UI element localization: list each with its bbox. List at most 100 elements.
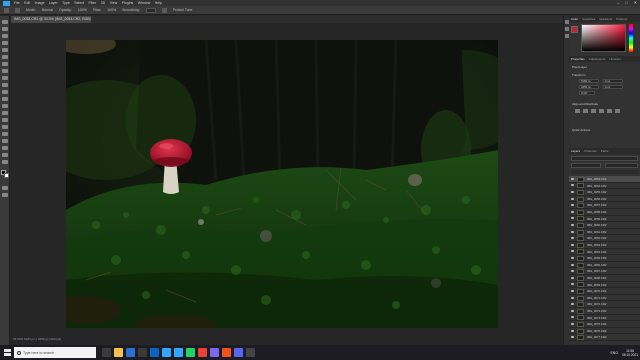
visibility-eye-icon[interactable]	[571, 270, 574, 273]
tab-channels[interactable]: Channels	[584, 149, 597, 153]
premiere-icon[interactable]	[210, 348, 219, 357]
flow-input[interactable]: 100%	[107, 8, 116, 12]
file-explorer-icon[interactable]	[114, 348, 123, 357]
menu-item-file[interactable]: File	[14, 1, 20, 5]
align-center-icon[interactable]	[583, 109, 588, 113]
zoom-tool-icon[interactable]	[2, 160, 8, 164]
background-color-swatch[interactable]	[4, 173, 9, 178]
menu-item-view[interactable]: View	[110, 1, 118, 5]
mail-icon[interactable]	[150, 348, 159, 357]
tab-swatches[interactable]: Swatches	[582, 17, 595, 21]
store-icon[interactable]	[138, 348, 147, 357]
task-view-icon[interactable]	[102, 348, 111, 357]
transform-x-input[interactable]: 0 px	[603, 79, 623, 83]
visibility-eye-icon[interactable]	[571, 197, 574, 200]
layer-row[interactable]: IMG_0062.CR2	[569, 235, 640, 242]
menu-item-image[interactable]: Image	[35, 1, 45, 5]
photoshop-taskbar-icon[interactable]	[162, 348, 171, 357]
layer-row[interactable]: IMG_0065.CR2	[569, 255, 640, 262]
visibility-eye-icon[interactable]	[571, 243, 574, 246]
layer-row[interactable]: IMG_0069.CR2	[569, 282, 640, 289]
mode-select[interactable]: Normal	[42, 8, 53, 12]
start-button[interactable]	[0, 345, 14, 360]
opacity-input[interactable]: 100%	[78, 8, 87, 12]
quick-mask-icon[interactable]	[2, 186, 8, 190]
gear-icon[interactable]	[161, 7, 167, 13]
settings-icon[interactable]	[246, 348, 255, 357]
visibility-eye-icon[interactable]	[571, 336, 574, 339]
layer-row[interactable]: IMG_0075.CR2	[569, 321, 640, 328]
tab-libraries[interactable]: Libraries	[609, 57, 621, 61]
visibility-eye-icon[interactable]	[571, 316, 574, 319]
transform-height-input[interactable]: 3456 px	[579, 85, 599, 89]
move-tool-icon[interactable]	[2, 20, 8, 24]
screen-mode-icon[interactable]	[2, 193, 8, 197]
visibility-eye-icon[interactable]	[571, 223, 574, 226]
tab-adjustments[interactable]: Adjustments	[589, 57, 606, 61]
visibility-eye-icon[interactable]	[571, 296, 574, 299]
transform-section-title[interactable]: Transform	[572, 73, 586, 77]
layer-row[interactable]: IMG_0074.CR2	[569, 315, 640, 322]
visibility-eye-icon[interactable]	[571, 322, 574, 325]
visibility-eye-icon[interactable]	[571, 256, 574, 259]
layer-opacity-input[interactable]	[605, 163, 638, 168]
visibility-eye-icon[interactable]	[571, 283, 574, 286]
layer-row[interactable]: IMG_0061.CR2	[569, 229, 640, 236]
canvas-area[interactable]	[11, 23, 563, 345]
eyedropper-tool-icon[interactable]	[2, 62, 8, 66]
visibility-eye-icon[interactable]	[571, 204, 574, 207]
home-icon[interactable]	[4, 7, 9, 13]
pen-tool-icon[interactable]	[2, 125, 8, 129]
layer-row[interactable]: IMG_0064.CR2	[569, 249, 640, 256]
history-brush-tool-icon[interactable]	[2, 90, 8, 94]
document-tab[interactable]: IMG_0053.CR2 @ 33.3% (IMG_0053.CR2, RGB/…	[11, 16, 91, 23]
tab-patterns[interactable]: Patterns	[616, 17, 627, 21]
healing-brush-tool-icon[interactable]	[2, 69, 8, 73]
taskbar-search[interactable]: Type here to search	[14, 347, 96, 358]
visibility-eye-icon[interactable]	[571, 217, 574, 220]
visibility-eye-icon[interactable]	[571, 303, 574, 306]
visibility-eye-icon[interactable]	[571, 237, 574, 240]
current-color-swatch[interactable]	[571, 26, 578, 33]
visibility-eye-icon[interactable]	[571, 289, 574, 292]
transform-y-input[interactable]: 0 px	[603, 85, 623, 89]
smoothing-input[interactable]	[145, 7, 156, 13]
frame-tool-icon[interactable]	[2, 55, 8, 59]
spotify-icon[interactable]	[186, 348, 195, 357]
color-picker-field[interactable]	[581, 24, 626, 52]
document-image[interactable]	[66, 40, 498, 328]
chrome-icon[interactable]	[198, 348, 207, 357]
visibility-eye-icon[interactable]	[571, 184, 574, 187]
visibility-eye-icon[interactable]	[571, 210, 574, 213]
align-right-icon[interactable]	[591, 109, 596, 113]
lasso-tool-icon[interactable]	[2, 34, 8, 38]
visibility-eye-icon[interactable]	[571, 309, 574, 312]
visibility-eye-icon[interactable]	[571, 276, 574, 279]
menu-item-layer[interactable]: Layer	[49, 1, 58, 5]
layer-row[interactable]: IMG_0059.CR2	[569, 216, 640, 223]
blur-tool-icon[interactable]	[2, 111, 8, 115]
lightroom-taskbar-icon[interactable]	[174, 348, 183, 357]
edge-browser-icon[interactable]	[126, 348, 135, 357]
layer-row[interactable]: IMG_0076.CR2	[569, 328, 640, 335]
layer-row[interactable]: IMG_0070.CR2	[569, 288, 640, 295]
marquee-tool-icon[interactable]	[2, 27, 8, 31]
visibility-eye-icon[interactable]	[571, 250, 574, 253]
layer-row[interactable]: IMG_0056.CR2	[569, 196, 640, 203]
layer-row[interactable]: IMG_0073.CR2	[569, 308, 640, 315]
dodge-tool-icon[interactable]	[2, 118, 8, 122]
hue-slider[interactable]	[629, 24, 633, 52]
layer-row[interactable]: IMG_0055.CR2	[569, 189, 640, 196]
align-top-icon[interactable]	[599, 109, 604, 113]
blend-mode-select[interactable]	[571, 163, 601, 168]
type-tool-icon[interactable]	[2, 132, 8, 136]
menu-item-type[interactable]: Type	[62, 1, 70, 5]
eraser-tool-icon[interactable]	[2, 97, 8, 101]
brush-preset-icon[interactable]	[15, 7, 20, 13]
align-middle-icon[interactable]	[607, 109, 612, 113]
crop-tool-icon[interactable]	[2, 48, 8, 52]
visibility-eye-icon[interactable]	[571, 190, 574, 193]
protect-tone-checkbox[interactable]: Protect Tone	[173, 8, 193, 12]
app-icon[interactable]	[222, 348, 231, 357]
tab-paths[interactable]: Paths	[601, 149, 609, 153]
